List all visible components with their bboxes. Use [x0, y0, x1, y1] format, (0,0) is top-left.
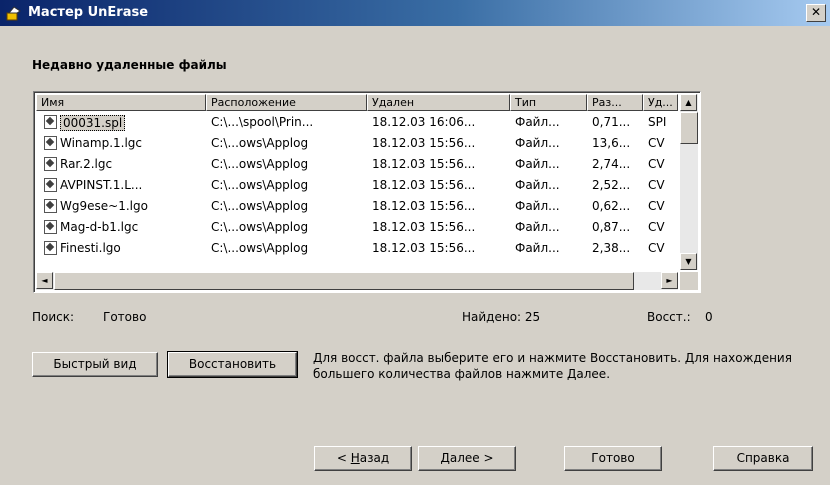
- column-header-location[interactable]: Расположение: [206, 94, 367, 111]
- scrollbar-corner: [680, 272, 698, 290]
- file-type: Файл...: [515, 115, 560, 129]
- back-button-accelerator: Н: [350, 451, 360, 465]
- file-deleted-by: CV: [648, 199, 665, 213]
- deleted-file-icon: [44, 136, 57, 150]
- close-button[interactable]: ✕: [806, 4, 826, 22]
- column-header-deleted-by[interactable]: Уд...: [643, 94, 678, 111]
- table-row[interactable]: 00031.spl C:\...\spool\Prin... 18.12.03 …: [36, 112, 678, 133]
- next-button[interactable]: Далее >: [418, 446, 516, 471]
- file-deleted-date: 18.12.03 15:56...: [372, 157, 476, 171]
- table-row[interactable]: AVPINST.1.L... C:\...ows\Applog 18.12.03…: [36, 175, 678, 196]
- file-deleted-date: 18.12.03 15:56...: [372, 199, 476, 213]
- table-row[interactable]: Finesti.lgo C:\...ows\Applog 18.12.03 15…: [36, 238, 678, 259]
- file-deleted-by: CV: [648, 136, 665, 150]
- file-deleted-by: CV: [648, 157, 665, 171]
- column-header-size[interactable]: Раз...: [587, 94, 643, 111]
- back-button[interactable]: < Назад: [314, 446, 412, 471]
- back-button-label: азад: [359, 451, 390, 465]
- scroll-right-button[interactable]: ►: [661, 272, 678, 289]
- restore-button[interactable]: Восстановить: [167, 351, 298, 378]
- deleted-file-icon: [44, 178, 57, 192]
- file-deleted-date: 18.12.03 15:56...: [372, 136, 476, 150]
- deleted-file-icon: [44, 241, 57, 255]
- scroll-down-button[interactable]: ▼: [680, 253, 697, 270]
- search-status-label: Поиск:: [32, 310, 75, 324]
- file-location: C:\...ows\Applog: [211, 157, 309, 171]
- deleted-file-icon: [44, 220, 57, 234]
- file-deleted-date: 18.12.03 15:56...: [372, 178, 476, 192]
- page-heading: Недавно удаленные файлы: [32, 58, 227, 72]
- scroll-up-button[interactable]: ▲: [680, 94, 697, 111]
- file-size: 0,62...: [592, 199, 631, 213]
- file-deleted-by: SPI: [648, 115, 667, 129]
- file-name: Winamp.1.lgc: [60, 136, 143, 150]
- found-count: Найдено: 25: [462, 310, 541, 324]
- search-status-value: Готово: [103, 310, 147, 324]
- horizontal-scroll-thumb[interactable]: [54, 272, 634, 290]
- file-location: C:\...ows\Applog: [211, 199, 309, 213]
- file-name: Wg9ese~1.lgo: [60, 199, 148, 213]
- vertical-scroll-thumb[interactable]: [680, 112, 698, 144]
- back-button-prefix: <: [336, 451, 351, 465]
- finish-button[interactable]: Готово: [564, 446, 662, 471]
- column-header-deleted[interactable]: Удален: [367, 94, 510, 111]
- title-bar: Мастер UnErase ✕: [0, 0, 830, 26]
- file-type: Файл...: [515, 199, 560, 213]
- file-size: 2,38...: [592, 241, 631, 255]
- column-header-type[interactable]: Тип: [510, 94, 587, 111]
- table-row[interactable]: Winamp.1.lgc C:\...ows\Applog 18.12.03 1…: [36, 133, 678, 154]
- file-type: Файл...: [515, 220, 560, 234]
- restored-count: 0: [705, 310, 713, 324]
- vertical-scrollbar[interactable]: ▲ ▼: [680, 94, 698, 270]
- file-location: C:\...ows\Applog: [211, 241, 309, 255]
- file-name: Finesti.lgo: [60, 241, 121, 255]
- restored-label: Восст.:: [647, 310, 691, 324]
- file-deleted-date: 18.12.03 15:56...: [372, 241, 476, 255]
- unerase-wizard-window: Мастер UnErase ✕ Недавно удаленные файлы…: [0, 0, 830, 485]
- help-button[interactable]: Справка: [713, 446, 813, 471]
- horizontal-scrollbar[interactable]: ◄ ►: [36, 272, 678, 290]
- arrow-left-icon: ◄: [41, 276, 48, 285]
- file-location: C:\...ows\Applog: [211, 136, 309, 150]
- file-deleted-by: CV: [648, 241, 665, 255]
- file-location: C:\...\spool\Prin...: [211, 115, 314, 129]
- file-deleted-by: CV: [648, 178, 665, 192]
- file-deleted-date: 18.12.03 16:06...: [372, 115, 476, 129]
- file-location: C:\...ows\Applog: [211, 178, 309, 192]
- deleted-file-icon: [44, 157, 57, 171]
- file-name: Mag-d-b1.lgc: [60, 220, 139, 234]
- scroll-left-button[interactable]: ◄: [36, 272, 53, 289]
- file-size: 0,87...: [592, 220, 631, 234]
- file-type: Файл...: [515, 157, 560, 171]
- file-name: Rar.2.lgc: [60, 157, 113, 171]
- help-text: Для восст. файла выберите его и нажмите …: [313, 351, 792, 381]
- close-icon: ✕: [810, 5, 822, 19]
- file-size: 13,6...: [592, 136, 631, 150]
- window-title: Мастер UnErase: [28, 5, 149, 20]
- arrow-up-icon: ▲: [685, 98, 692, 107]
- arrow-right-icon: ►: [666, 276, 673, 285]
- file-size: 2,52...: [592, 178, 631, 192]
- quick-view-button[interactable]: Быстрый вид: [32, 352, 158, 377]
- file-name: 00031.spl: [60, 115, 126, 131]
- file-type: Файл...: [515, 241, 560, 255]
- table-row[interactable]: Rar.2.lgc C:\...ows\Applog 18.12.03 15:5…: [36, 154, 678, 175]
- table-row[interactable]: Mag-d-b1.lgc C:\...ows\Applog 18.12.03 1…: [36, 217, 678, 238]
- file-size: 2,74...: [592, 157, 631, 171]
- file-type: Файл...: [515, 136, 560, 150]
- file-name: AVPINST.1.L...: [60, 178, 143, 192]
- file-type: Файл...: [515, 178, 560, 192]
- deleted-file-icon: [44, 199, 57, 213]
- deleted-files-list[interactable]: Имя Расположение Удален Тип Раз... Уд...…: [33, 91, 701, 293]
- file-location: C:\...ows\Applog: [211, 220, 309, 234]
- file-size: 0,71...: [592, 115, 631, 129]
- column-header-name[interactable]: Имя: [36, 94, 206, 111]
- file-deleted-by: CV: [648, 220, 665, 234]
- table-row[interactable]: Wg9ese~1.lgo C:\...ows\Applog 18.12.03 1…: [36, 196, 678, 217]
- arrow-down-icon: ▼: [685, 257, 692, 266]
- deleted-file-icon: [44, 115, 57, 129]
- file-deleted-date: 18.12.03 15:56...: [372, 220, 476, 234]
- unerase-app-icon: [6, 6, 21, 21]
